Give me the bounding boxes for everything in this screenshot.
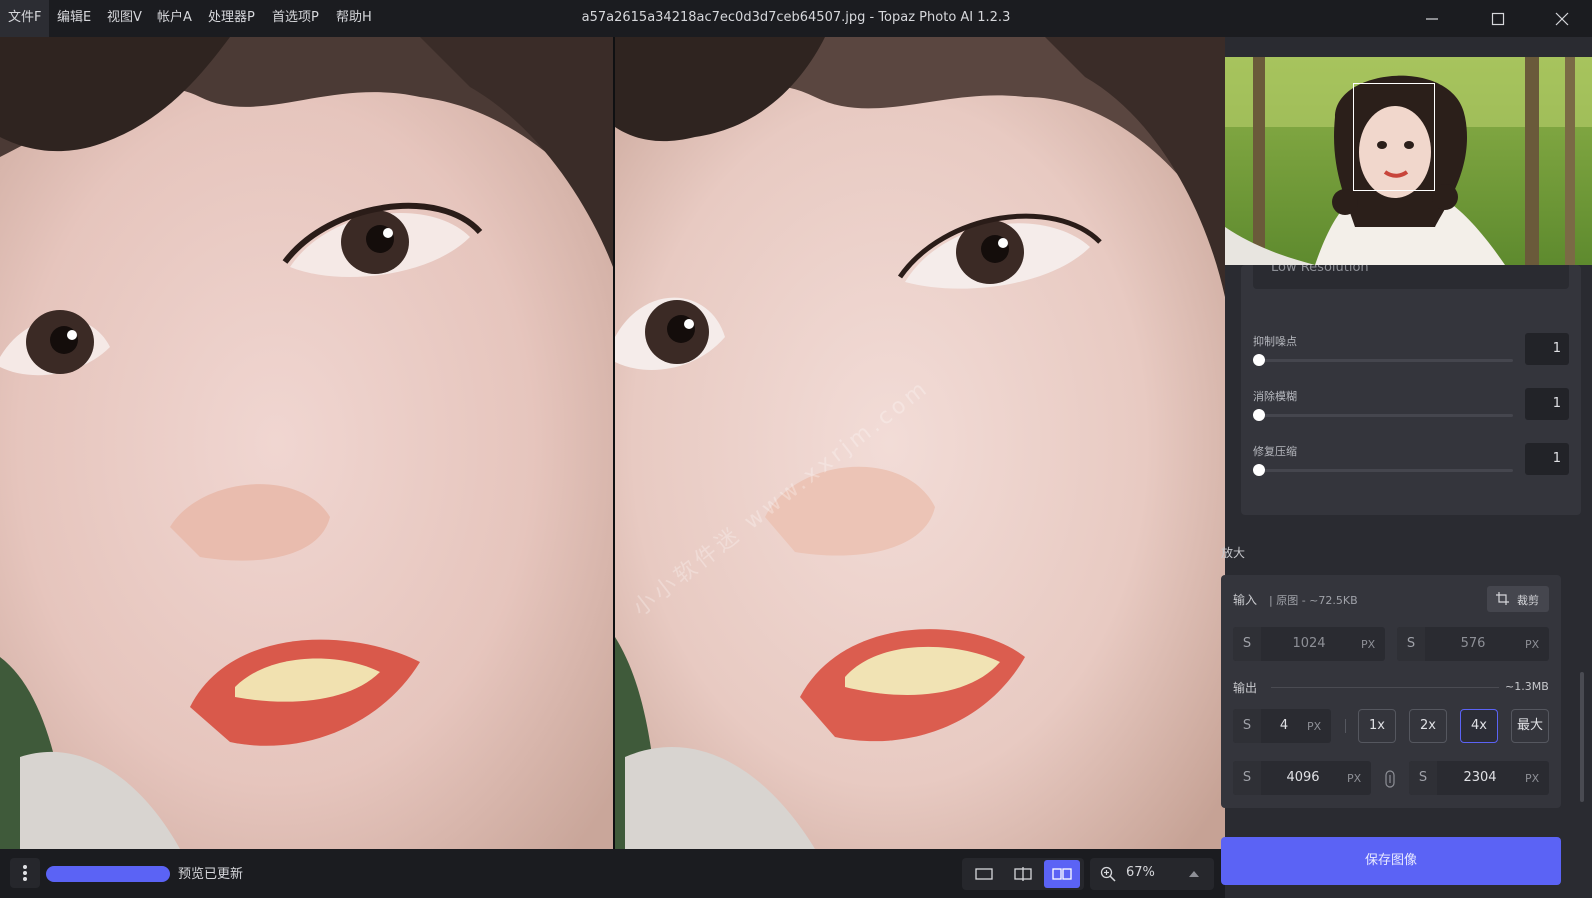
menu-account[interactable]: 帐户A [149, 0, 200, 37]
menu-file[interactable]: 文件F [0, 0, 50, 37]
input-width-value: 1024 [1292, 636, 1326, 651]
crop-icon [1496, 592, 1509, 605]
menu-help[interactable]: 帮助H [328, 0, 380, 37]
model-label: Low Resolution [1271, 265, 1369, 275]
output-width-prefix: S [1233, 761, 1261, 795]
view-split-button[interactable] [1005, 860, 1041, 888]
denoise-value[interactable]: 1 [1525, 333, 1569, 365]
kebab-icon [23, 865, 27, 881]
maximize-button[interactable] [1468, 0, 1528, 37]
scale-2x-button[interactable]: 2x [1409, 709, 1447, 743]
navigator-thumbnail[interactable] [1225, 57, 1592, 265]
crop-button[interactable]: 裁剪 [1487, 586, 1549, 612]
panel-scrollbar[interactable] [1580, 672, 1584, 802]
original-preview[interactable] [0, 37, 613, 849]
output-size: ~1.3MB [1505, 680, 1549, 693]
crop-label: 裁剪 [1517, 594, 1539, 607]
link-aspect-icon[interactable] [1385, 770, 1395, 788]
settings-scroll-area: Low Resolution 抑制噪点 1 消除模糊 1 修复压缩 1 放大 输… [1221, 265, 1592, 898]
output-height-field[interactable]: S 2304 PX [1409, 761, 1549, 795]
menu-view[interactable]: 视图V [99, 0, 150, 37]
original-face-image [0, 37, 613, 849]
viewport-frame[interactable] [1353, 83, 1435, 191]
scale-factor-field[interactable]: S 4 PX [1233, 709, 1331, 743]
input-height-prefix: S [1397, 627, 1425, 661]
output-height-prefix: S [1409, 761, 1437, 795]
deblur-value[interactable]: 1 [1525, 388, 1569, 420]
processed-face-image [615, 37, 1225, 849]
upscale-section-title: 放大 [1221, 546, 1246, 560]
input-width-prefix: S [1233, 627, 1261, 661]
output-label: 输出 [1233, 681, 1258, 695]
side-panel: Low Resolution 抑制噪点 1 消除模糊 1 修复压缩 1 放大 输… [1221, 37, 1592, 898]
close-icon [1555, 12, 1569, 25]
minimize-button[interactable] [1402, 0, 1462, 37]
enhance-card: Low Resolution 抑制噪点 1 消除模糊 1 修复压缩 1 [1241, 265, 1581, 515]
model-select[interactable]: Low Resolution [1253, 265, 1569, 289]
maximize-icon [1491, 12, 1505, 25]
output-height-value[interactable]: 2304 [1437, 761, 1523, 795]
fix-compression-slider[interactable] [1259, 469, 1513, 472]
single-view-icon [975, 868, 993, 880]
deblur-slider[interactable] [1259, 414, 1513, 417]
scale-factor-value[interactable]: 4 [1261, 709, 1307, 743]
scale-1x-button[interactable]: 1x [1358, 709, 1396, 743]
scale-max-button[interactable]: 最大 [1511, 709, 1549, 743]
input-width-unit: PX [1361, 638, 1376, 651]
side-by-side-icon [1052, 868, 1072, 880]
upscale-card: 输入 | 原图 - ~72.5KB 裁剪 S 1024 PX S 576 PX … [1221, 575, 1561, 808]
scale-factor-prefix: S [1233, 709, 1261, 743]
processed-preview[interactable]: 小小软件迷 www.xxrjm.com [615, 37, 1225, 849]
input-label: 输入 [1233, 593, 1258, 607]
denoise-slider[interactable] [1259, 359, 1513, 362]
output-divider [1271, 687, 1499, 688]
input-height-field: S 576 PX [1397, 627, 1549, 661]
denoise-label: 抑制噪点 [1253, 335, 1297, 348]
save-image-button[interactable]: 保存图像 [1221, 837, 1561, 885]
scale-separator [1345, 719, 1346, 733]
input-width-field: S 1024 PX [1233, 627, 1385, 661]
view-mode-group [962, 858, 1084, 890]
input-info: | 原图 - ~72.5KB [1269, 594, 1358, 607]
scale-factor-unit: PX [1307, 720, 1322, 733]
zoom-control[interactable]: 67% [1090, 858, 1214, 890]
output-height-unit: PX [1525, 772, 1540, 785]
fix-compression-label: 修复压缩 [1253, 445, 1297, 458]
split-view-icon [1014, 867, 1032, 881]
preview-progress-bar [46, 866, 170, 882]
input-height-unit: PX [1525, 638, 1540, 651]
menu-preferences[interactable]: 首选项P [264, 0, 327, 37]
denoise-slider-handle[interactable] [1253, 354, 1265, 366]
fix-compression-value[interactable]: 1 [1525, 443, 1569, 475]
chevron-up-icon[interactable] [1188, 869, 1200, 879]
zoom-level: 67% [1126, 865, 1155, 880]
deblur-slider-handle[interactable] [1253, 409, 1265, 421]
view-side-by-side-button[interactable] [1044, 860, 1080, 888]
output-width-value[interactable]: 4096 [1261, 761, 1345, 795]
menu-edit[interactable]: 编辑E [49, 0, 99, 37]
close-button[interactable] [1532, 0, 1592, 37]
more-options-button[interactable] [10, 858, 40, 888]
scale-4x-button[interactable]: 4x [1460, 709, 1498, 743]
output-width-unit: PX [1347, 772, 1362, 785]
fix-compression-slider-handle[interactable] [1253, 464, 1265, 476]
minimize-icon [1426, 17, 1438, 20]
deblur-label: 消除模糊 [1253, 390, 1297, 403]
title-bar: 文件F 编辑E 视图V 帐户A 处理器P 首选项P 帮助H a57a2615a3… [0, 0, 1592, 37]
zoom-icon [1100, 866, 1116, 882]
preview-status: 预览已更新 [178, 867, 244, 882]
view-single-button[interactable] [966, 860, 1002, 888]
bottom-bar: 预览已更新 67% [0, 849, 1225, 898]
output-width-field[interactable]: S 4096 PX [1233, 761, 1371, 795]
menu-processor[interactable]: 处理器P [200, 0, 263, 37]
input-height-value: 576 [1460, 636, 1486, 651]
